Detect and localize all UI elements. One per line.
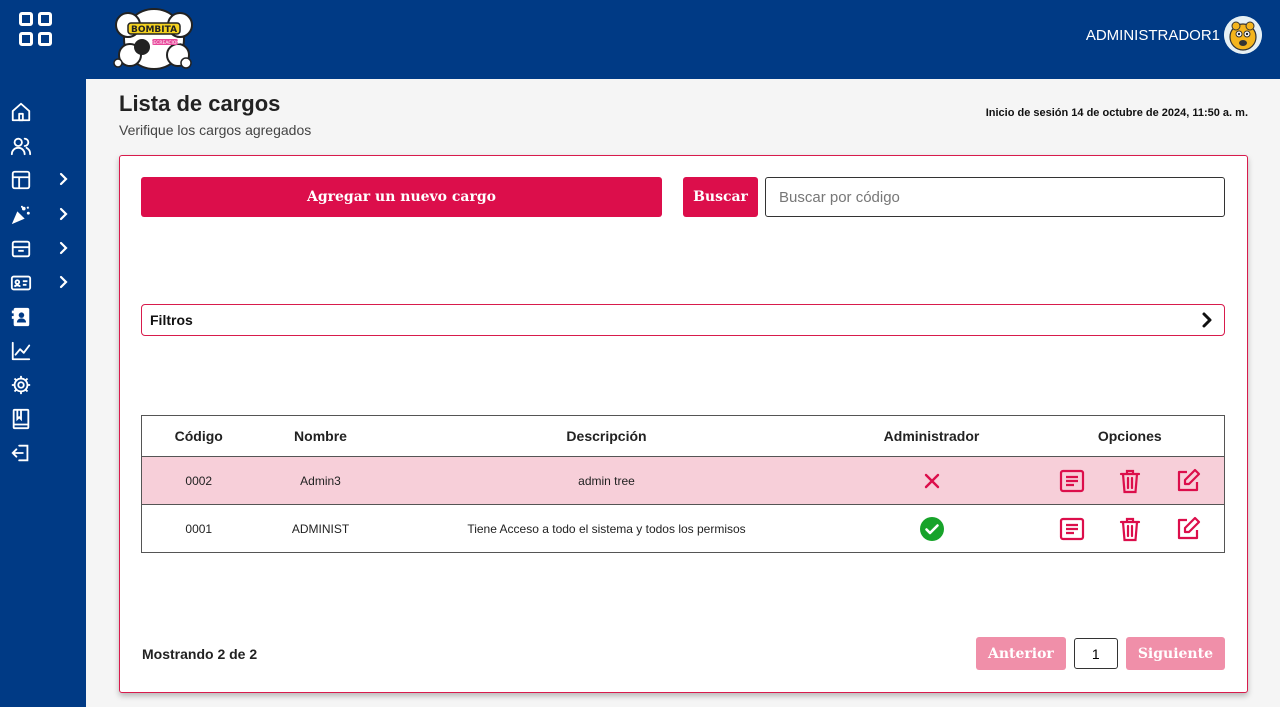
roles-table: Código Nombre Descripción Administrador … — [141, 415, 1225, 553]
pagination: Anterior Siguiente — [975, 637, 1225, 670]
brand-logo[interactable]: BOMBITA RECREACION — [106, 3, 202, 71]
details-icon — [1059, 469, 1084, 492]
col-header-name: Nombre — [255, 415, 386, 457]
chevron-right-icon — [59, 275, 68, 289]
filters-label: Filtros — [150, 312, 193, 328]
svg-text:BOMBITA: BOMBITA — [131, 25, 177, 35]
col-header-admin: Administrador — [827, 415, 1036, 457]
chart-icon — [11, 341, 31, 361]
add-role-button[interactable]: Agregar un nuevo cargo — [141, 177, 662, 217]
layout-icon — [11, 170, 31, 190]
sidebar — [0, 79, 86, 707]
sidebar-item-archive[interactable] — [10, 236, 76, 262]
chevron-right-icon — [59, 207, 68, 221]
sidebar-item-logout[interactable] — [10, 440, 76, 466]
trash-icon — [1119, 517, 1140, 541]
cell-options — [1035, 456, 1225, 505]
page-subtitle: Verifique los cargos agregados — [119, 122, 312, 138]
edit-icon — [1177, 516, 1200, 539]
next-page-button[interactable]: Siguiente — [1125, 637, 1225, 670]
edit-button[interactable] — [1174, 467, 1202, 495]
edit-button[interactable] — [1174, 515, 1202, 543]
main-content: Lista de cargos Verifique los cargos agr… — [86, 79, 1280, 707]
details-icon — [1059, 517, 1084, 540]
sidebar-item-party[interactable] — [10, 202, 76, 228]
close-icon — [924, 473, 939, 488]
logout-icon — [11, 444, 29, 462]
cell-description: admin tree — [385, 456, 828, 505]
sidebar-item-users[interactable] — [10, 133, 76, 159]
cell-code: 0001 — [185, 521, 213, 536]
top-bar: BOMBITA RECREACION ADMINISTRADOR1 — [0, 0, 1280, 79]
user-name: ADMINISTRADOR1 — [1085, 26, 1220, 44]
session-info: Inicio de sesión 14 de octubre de 2024, … — [985, 107, 1248, 119]
table-row: 0002 Admin3 admin tree — [141, 456, 1225, 505]
sidebar-item-settings[interactable] — [10, 372, 76, 398]
avatar — [1224, 16, 1262, 54]
prev-page-button[interactable]: Anterior — [975, 637, 1066, 670]
results-count: Mostrando 2 de 2 — [142, 646, 258, 662]
cell-description: Tiene Acceso a todo el sistema y todos l… — [467, 521, 746, 536]
sidebar-item-layout[interactable] — [10, 167, 76, 193]
delete-button[interactable] — [1116, 467, 1144, 495]
cell-options — [1036, 505, 1225, 553]
sidebar-item-contacts[interactable] — [10, 304, 76, 330]
table-row: 0001 ADMINIST Tiene Acceso a todo el sis… — [142, 505, 1225, 553]
sidebar-item-book[interactable] — [10, 406, 76, 432]
book-icon — [12, 408, 30, 430]
cell-name: Admin3 — [255, 456, 386, 505]
table-header-row: Código Nombre Descripción Administrador … — [141, 415, 1225, 457]
filters-toggle[interactable]: Filtros — [141, 304, 1225, 336]
view-button[interactable] — [1058, 515, 1086, 543]
delete-button[interactable] — [1116, 515, 1144, 543]
search-input[interactable] — [765, 177, 1225, 217]
view-button[interactable] — [1058, 467, 1086, 495]
col-header-code: Código — [141, 415, 256, 457]
roles-card: Agregar un nuevo cargo Buscar Filtros Có… — [119, 155, 1248, 693]
trash-icon — [1119, 469, 1140, 493]
party-icon — [11, 205, 30, 225]
archive-icon — [11, 240, 31, 258]
svg-text:RECREACION: RECREACION — [150, 40, 179, 46]
chevron-right-icon — [59, 241, 68, 255]
settings-icon — [11, 375, 31, 395]
check-circle-icon — [919, 516, 944, 541]
cell-admin — [827, 456, 1036, 505]
page-title: Lista de cargos — [119, 91, 281, 116]
sidebar-item-chart[interactable] — [10, 338, 76, 364]
id-card-icon — [10, 275, 32, 291]
page-number-input[interactable] — [1073, 638, 1118, 669]
apps-grid-icon[interactable] — [19, 12, 53, 46]
chevron-right-icon — [59, 172, 68, 186]
sidebar-item-id-card[interactable] — [10, 270, 76, 296]
col-header-description: Descripción — [385, 415, 828, 457]
contacts-icon — [11, 307, 30, 327]
user-menu[interactable]: ADMINISTRADOR1 — [1086, 16, 1262, 54]
edit-icon — [1177, 468, 1200, 491]
cell-admin — [828, 505, 1036, 553]
sidebar-item-home[interactable] — [10, 99, 76, 125]
col-header-options: Opciones — [1035, 415, 1225, 457]
search-button[interactable]: Buscar — [683, 177, 758, 217]
chevron-right-icon — [1202, 312, 1212, 328]
home-icon — [11, 102, 31, 122]
users-icon — [10, 137, 32, 156]
cell-name: ADMINIST — [291, 521, 350, 536]
cell-code: 0002 — [141, 456, 256, 505]
